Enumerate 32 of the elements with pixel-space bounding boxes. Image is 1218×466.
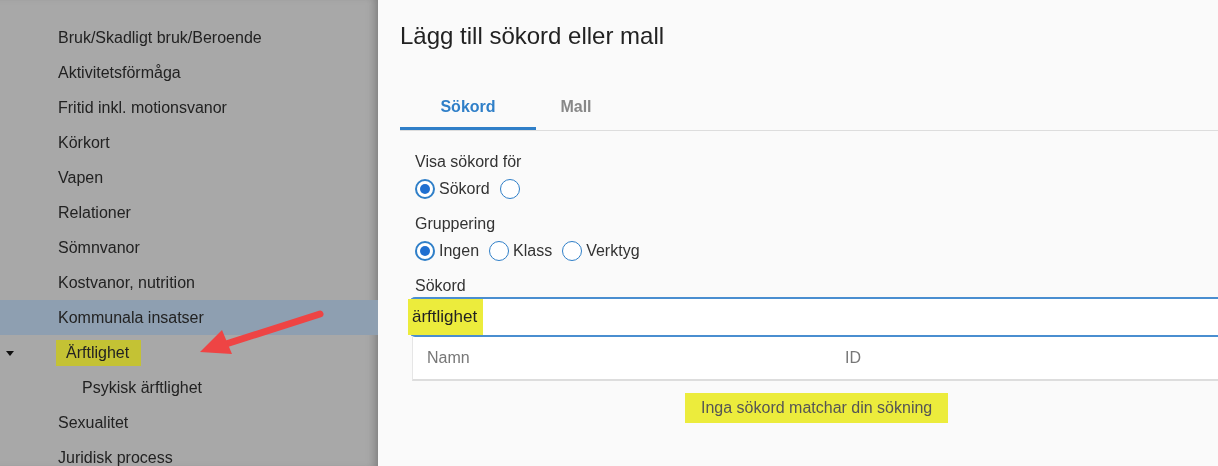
dialog-title: Lägg till sökord eller mall — [400, 22, 666, 51]
column-header[interactable]: Namn — [413, 349, 831, 367]
tree-item[interactable]: Körkort — [56, 129, 112, 156]
tree-item[interactable]: Relationer — [56, 199, 133, 226]
column-header[interactable]: ID — [831, 349, 1218, 367]
tree-item[interactable]: Ärftlighet — [56, 339, 142, 366]
radio-button[interactable] — [499, 179, 520, 199]
tree-item[interactable]: Sömnvanor — [56, 234, 142, 261]
empty-message: Inga sökord matchar din sökning — [685, 393, 949, 423]
tree-item[interactable]: Bruk/Skadligt bruk/Beroende — [56, 24, 264, 51]
group-label: Gruppering — [415, 215, 497, 234]
tree-item[interactable]: Fritid inkl. motionsvanor — [56, 94, 229, 121]
tree-item[interactable]: Vapen — [56, 164, 106, 191]
radio-label[interactable]: Klass — [513, 242, 553, 260]
radio-button[interactable] — [415, 179, 435, 199]
radio-button[interactable] — [562, 241, 583, 261]
tree-item[interactable]: Sexualitet — [56, 409, 131, 436]
tab[interactable]: Sökord — [400, 86, 536, 130]
caret-icon[interactable] — [6, 349, 14, 357]
radio-button[interactable] — [489, 241, 510, 261]
radio-label[interactable]: Verktyg — [586, 242, 640, 260]
radio-label[interactable]: Sökord — [439, 180, 490, 198]
search-field[interactable]: ärftlighet — [410, 297, 1218, 337]
group-label: Visa sökord för — [415, 153, 523, 172]
tree-item[interactable]: Kommunala insatser — [56, 304, 206, 331]
radio-label[interactable]: Ingen — [439, 242, 480, 260]
field-label: Sökord — [415, 277, 467, 296]
tree-item[interactable]: Kostvanor, nutrition — [56, 269, 197, 296]
tree-item[interactable]: Psykisk ärftlighet — [80, 374, 205, 401]
tree-item[interactable]: Aktivitetsförmåga — [56, 59, 183, 86]
radio-button[interactable] — [415, 241, 435, 261]
tree-item[interactable]: Juridisk process — [56, 444, 175, 466]
